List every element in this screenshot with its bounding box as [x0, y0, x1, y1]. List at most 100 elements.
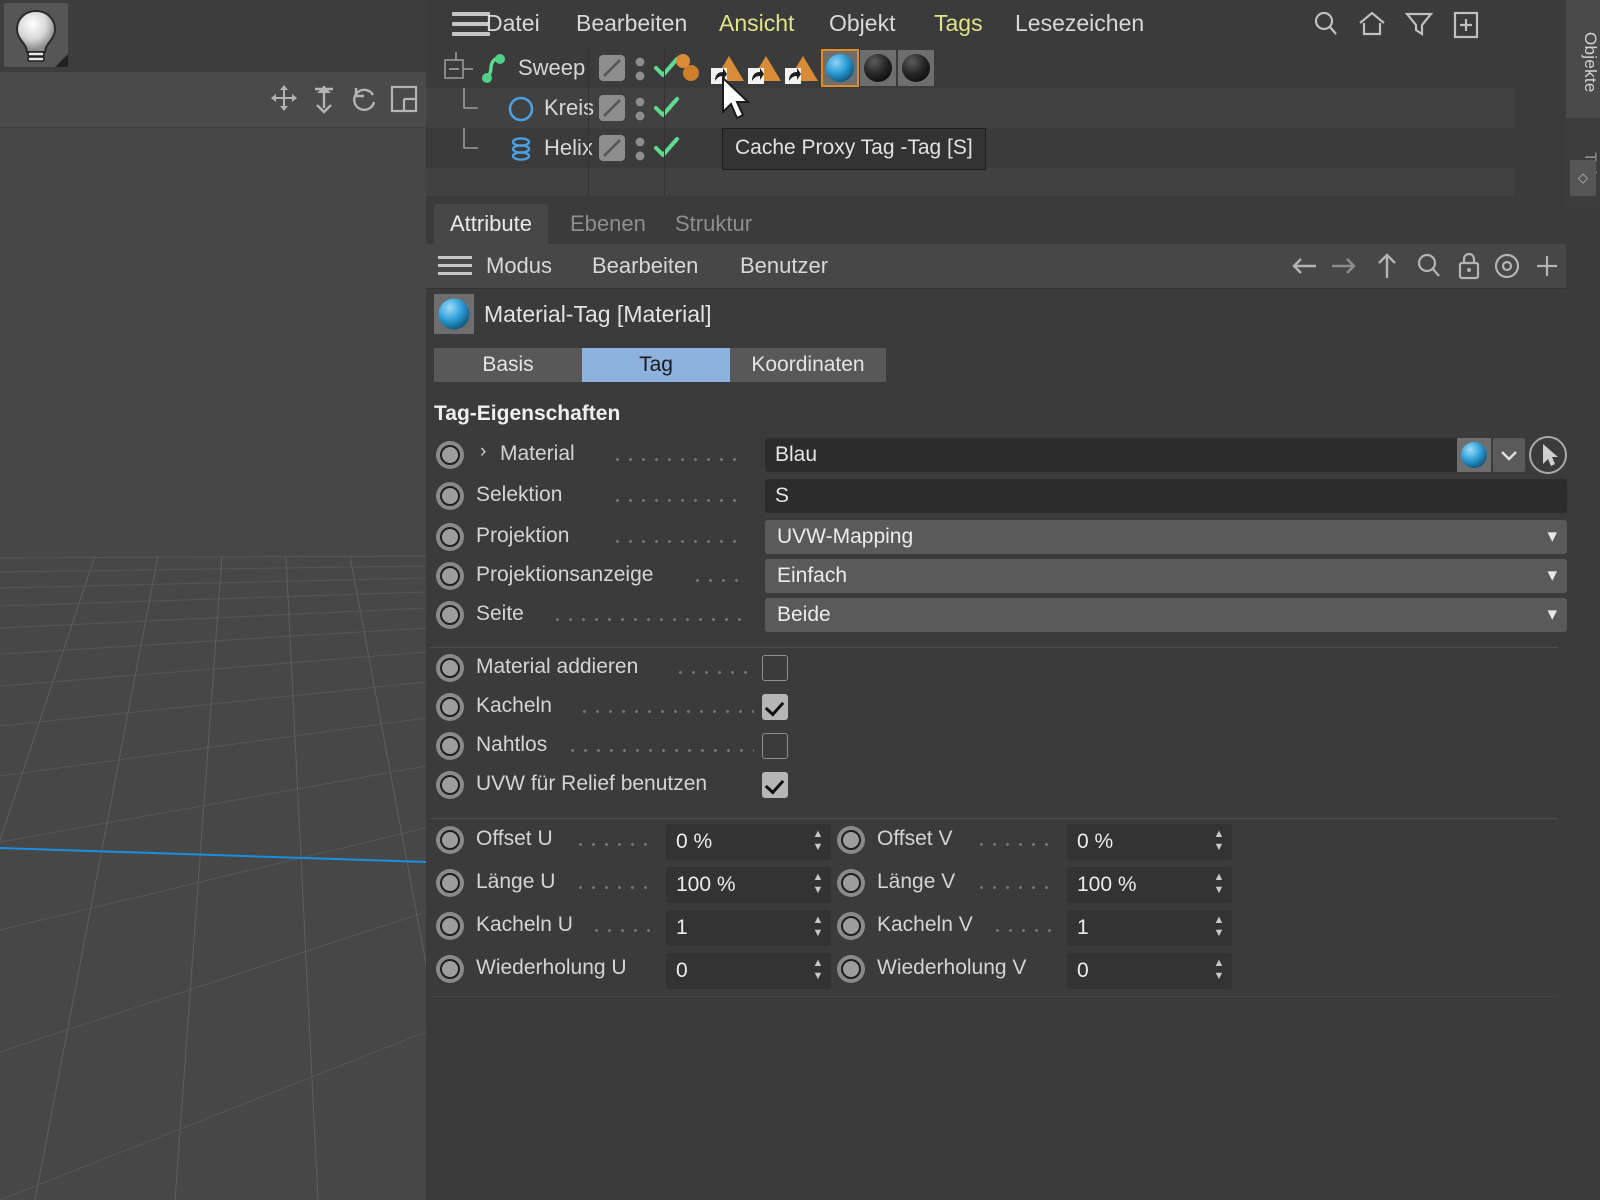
hamburger-icon[interactable]: [452, 12, 490, 36]
menu-datei[interactable]: Datei: [486, 8, 540, 38]
wiederholung-u-stepper[interactable]: ▲ ▼: [811, 957, 825, 985]
material-field[interactable]: Blau: [765, 438, 1463, 472]
editor-visibility-icon[interactable]: [598, 134, 626, 162]
keyframe-dot-nahtlos[interactable]: [436, 732, 464, 760]
attr-menu-bearbeiten[interactable]: Bearbeiten: [592, 251, 698, 281]
keyframe-dot-kacheln[interactable]: [436, 693, 464, 721]
keyframe-dot-laenge-u[interactable]: [436, 869, 464, 897]
keyframe-dot-wiederholung-v[interactable]: [837, 955, 865, 983]
keyframe-dot-material[interactable]: [436, 441, 464, 469]
cache-proxy-tag-icon-3[interactable]: [784, 50, 820, 86]
keyframe-dot-selektion[interactable]: [436, 482, 464, 510]
attr-menu-benutzer[interactable]: Benutzer: [740, 251, 828, 281]
checkbox-nahtlos[interactable]: [762, 733, 788, 759]
laenge-u-stepper[interactable]: ▲ ▼: [811, 871, 825, 899]
tab-attribute[interactable]: Attribute: [434, 204, 548, 244]
keyframe-dot-kacheln-u[interactable]: [436, 912, 464, 940]
selektion-field[interactable]: S: [765, 479, 1567, 513]
target-icon[interactable]: [1490, 250, 1524, 282]
search-icon[interactable]: [1309, 8, 1343, 40]
layout-icon[interactable]: [388, 83, 420, 115]
keyframe-dot-offset-u[interactable]: [436, 826, 464, 854]
object-row-kreis[interactable]: Kreis: [426, 88, 1514, 128]
laenge-u-field[interactable]: 100 % ▲ ▼: [666, 867, 831, 903]
lightbulb-icon[interactable]: [4, 3, 68, 67]
laenge-v-field[interactable]: 100 % ▲ ▼: [1067, 867, 1232, 903]
checkbox-material-addieren[interactable]: [762, 655, 788, 681]
material-dropdown-button[interactable]: [1493, 438, 1525, 472]
keyframe-dot-offset-v[interactable]: [837, 826, 865, 854]
projektionsanzeige-combo[interactable]: Einfach ▾: [765, 559, 1567, 593]
offset-v-field[interactable]: 0 % ▲ ▼: [1067, 824, 1232, 860]
viewport-3d[interactable]: [0, 0, 426, 1200]
checkbox-uvw-relief[interactable]: [762, 772, 788, 798]
pick-arrow-icon[interactable]: [1529, 436, 1567, 474]
object-row-sweep[interactable]: Sweep: [426, 48, 1514, 88]
visibility-dots-icon[interactable]: [632, 134, 648, 164]
back-arrow-icon[interactable]: [1288, 250, 1322, 282]
material-tag-dark-icon-1[interactable]: [860, 50, 896, 86]
keyframe-dot-kacheln-v[interactable]: [837, 912, 865, 940]
visibility-dots-icon[interactable]: [632, 54, 648, 84]
keyframe-dot-seite[interactable]: [436, 601, 464, 629]
keyframe-dot-wiederholung-u[interactable]: [436, 955, 464, 983]
subtab-koordinaten[interactable]: Koordinaten: [730, 348, 886, 382]
editor-visibility-icon[interactable]: [598, 54, 626, 82]
subtab-basis[interactable]: Basis: [434, 348, 582, 382]
menu-objekt[interactable]: Objekt: [829, 8, 895, 38]
wiederholung-v-field[interactable]: 0 ▲ ▼: [1067, 953, 1232, 989]
vtab-objekte[interactable]: Objekte: [1566, 0, 1600, 118]
home-icon[interactable]: [1355, 8, 1389, 40]
lock-icon[interactable]: [1452, 250, 1486, 282]
rotate-icon[interactable]: [348, 83, 380, 115]
keyframe-dot-uvw-relief[interactable]: [436, 771, 464, 799]
enabled-check-icon[interactable]: [652, 134, 680, 162]
menu-lesezeichen[interactable]: Lesezeichen: [1015, 8, 1144, 38]
keyframe-dot-laenge-v[interactable]: [837, 869, 865, 897]
projektion-combo[interactable]: UVW-Mapping ▾: [765, 520, 1567, 554]
checkbox-kacheln[interactable]: [762, 694, 788, 720]
material-tag-blue-icon[interactable]: [821, 49, 859, 87]
material-blue-sphere-swatch[interactable]: [1457, 438, 1491, 472]
offset-v-stepper[interactable]: ▲ ▼: [1212, 828, 1226, 856]
seite-combo[interactable]: Beide ▾: [765, 598, 1567, 632]
material-tag-dark-icon-2[interactable]: [898, 50, 934, 86]
offset-u-field[interactable]: 0 % ▲ ▼: [666, 824, 831, 860]
subtab-tag[interactable]: Tag: [582, 348, 730, 382]
scale-icon[interactable]: [308, 83, 340, 115]
menu-tags[interactable]: Tags: [934, 8, 983, 38]
filter-icon[interactable]: [1402, 8, 1436, 40]
attr-menu-modus[interactable]: Modus: [486, 251, 552, 281]
sds-weight-tag-icon[interactable]: [670, 50, 706, 86]
visibility-dots-icon[interactable]: [632, 94, 648, 124]
hamburger-icon[interactable]: [438, 256, 472, 276]
editor-visibility-icon[interactable]: [598, 94, 626, 122]
add-icon[interactable]: [1448, 8, 1482, 40]
tab-ebenen[interactable]: Ebenen: [554, 204, 662, 244]
kacheln-u-field[interactable]: 1 ▲ ▼: [666, 910, 831, 946]
forward-arrow-icon[interactable]: [1326, 250, 1360, 282]
up-arrow-icon[interactable]: [1370, 250, 1404, 282]
keyframe-dot-material-addieren[interactable]: [436, 654, 464, 682]
kacheln-v-stepper[interactable]: ▲ ▼: [1212, 914, 1226, 942]
laenge-v-stepper[interactable]: ▲ ▼: [1212, 871, 1226, 899]
property-label-kacheln-v: Kacheln V: [877, 913, 973, 936]
add-icon[interactable]: [1530, 250, 1564, 282]
kacheln-v-field[interactable]: 1 ▲ ▼: [1067, 910, 1232, 946]
menu-bearbeiten[interactable]: Bearbeiten: [576, 8, 687, 38]
tab-struktur[interactable]: Struktur: [659, 204, 768, 244]
vtab-scroll-handle[interactable]: ◇: [1570, 160, 1596, 196]
move-icon[interactable]: [268, 83, 300, 115]
kacheln-u-stepper[interactable]: ▲ ▼: [811, 914, 825, 942]
wiederholung-v-stepper[interactable]: ▲ ▼: [1212, 957, 1226, 985]
expander-minus-icon[interactable]: [434, 50, 478, 86]
chevron-right-icon[interactable]: ›: [480, 441, 486, 463]
keyframe-dot-projektionsanzeige[interactable]: [436, 562, 464, 590]
menu-ansicht[interactable]: Ansicht: [719, 8, 794, 38]
enabled-check-icon[interactable]: [652, 94, 680, 122]
object-manager[interactable]: Sweep Kreis Helix: [426, 46, 1566, 242]
wiederholung-u-field[interactable]: 0 ▲ ▼: [666, 953, 831, 989]
offset-u-stepper[interactable]: ▲ ▼: [811, 828, 825, 856]
keyframe-dot-projektion[interactable]: [436, 523, 464, 551]
search-icon[interactable]: [1412, 250, 1446, 282]
